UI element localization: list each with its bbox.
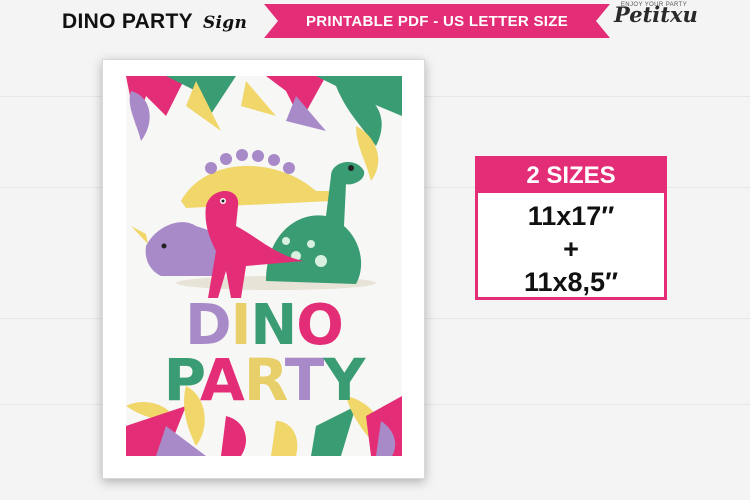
title-sub: Sign [202,13,248,33]
poster-letter: T [284,346,325,414]
poster-letter: A [199,346,245,414]
sizes-box: 2 SIZES 11x17″ + 11x8,5″ [475,156,667,300]
sizes-heading: 2 SIZES [478,159,664,193]
plus-label: + [563,234,579,264]
size-a-label: 11x17″ [527,201,615,231]
page-title: DINO PARTY Sign [62,10,247,34]
title-main: DINO PARTY [62,10,193,33]
poster-print: DINO PARTY [126,76,402,456]
poster-letter: Y [323,346,365,414]
poster-letter: P [163,346,201,414]
size-b-label: 11x8,5″ [523,267,619,297]
poster-letter: R [243,346,286,414]
logo-word: Petitxu [614,2,698,27]
top-leaves-decoration [126,76,402,181]
stegosaurus-illustration [181,149,331,208]
poster-word-party: PARTY [126,351,402,409]
brand-logo: Petitxu ENJOY YOUR PARTY [614,2,698,25]
format-banner: PRINTABLE PDF - US LETTER SIZE [264,4,610,38]
